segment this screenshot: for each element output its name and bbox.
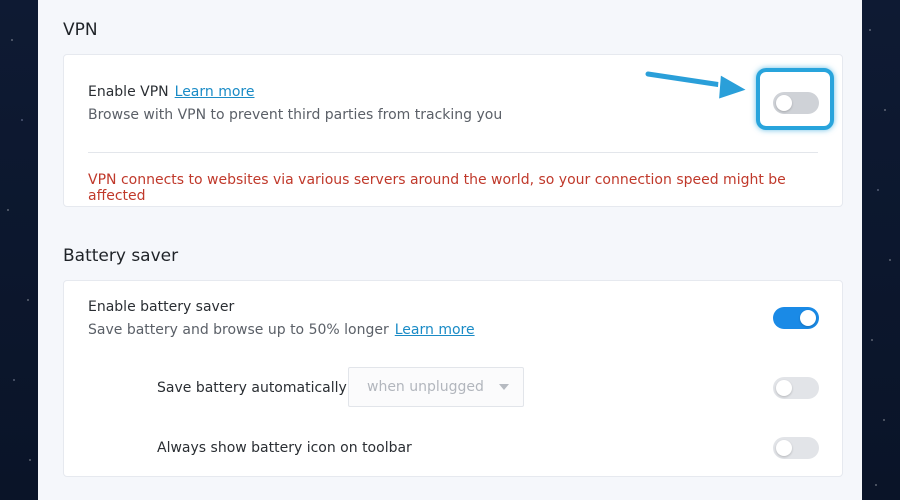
vpn-description: Browse with VPN to prevent third parties… [88, 107, 503, 123]
battery-auto-select[interactable]: when unplugged [348, 367, 524, 407]
battery-auto-toggle[interactable] [773, 377, 819, 399]
battery-auto-toggle-knob [776, 380, 792, 396]
vpn-toggle[interactable] [773, 92, 819, 114]
battery-learn-more-link[interactable]: Learn more [395, 322, 475, 338]
battery-saver-toggle-knob [800, 310, 816, 326]
battery-icon-label: Always show battery icon on toolbar [157, 440, 412, 456]
battery-description: Save battery and browse up to 50% longer [88, 322, 389, 338]
battery-auto-label: Save battery automatically [157, 380, 347, 396]
settings-panel: VPN Enable VPN Learn more Browse with VPN… [38, 0, 862, 500]
vpn-section-title: VPN [63, 20, 98, 40]
battery-auto-select-value: when unplugged [367, 379, 484, 395]
vpn-learn-more-link[interactable]: Learn more [175, 84, 255, 100]
chevron-down-icon [499, 384, 509, 390]
battery-saver-toggle[interactable] [773, 307, 819, 329]
battery-section-title: Battery saver [63, 246, 179, 266]
vpn-enable-row-title: Enable VPN Learn more [88, 84, 254, 100]
battery-icon-toggle[interactable] [773, 437, 819, 459]
battery-icon-toggle-knob [776, 440, 792, 456]
vpn-enable-label: Enable VPN [88, 84, 169, 100]
vpn-toggle-knob [776, 95, 792, 111]
battery-enable-label: Enable battery saver [88, 299, 235, 315]
battery-description-row: Save battery and browse up to 50% longer… [88, 322, 475, 338]
vpn-divider [88, 152, 818, 153]
battery-card: Enable battery saver Save battery and br… [63, 280, 843, 477]
vpn-warning-text: VPN connects to websites via various ser… [88, 172, 786, 204]
vpn-card: Enable VPN Learn more Browse with VPN to … [63, 54, 843, 207]
